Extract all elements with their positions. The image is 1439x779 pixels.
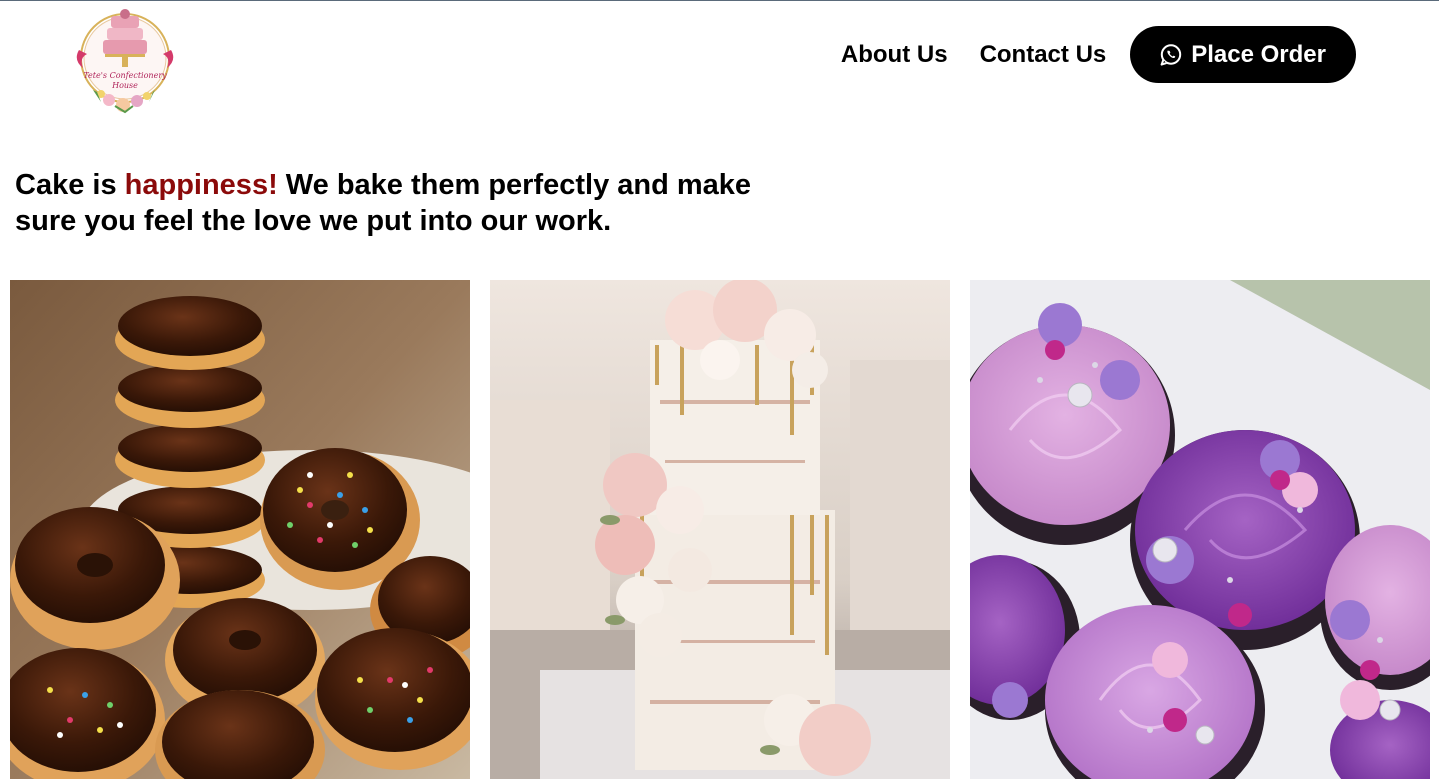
donuts-photo xyxy=(10,280,470,779)
brand-logo[interactable]: Tete's Confectionery House xyxy=(75,6,175,114)
place-order-label: Place Order xyxy=(1191,40,1326,68)
main-nav: About Us Contact Us Place Order xyxy=(841,26,1356,83)
product-gallery xyxy=(10,280,1430,779)
site-header: Tete's Confectionery House About Us Cont… xyxy=(0,0,1439,120)
tagline-before: Cake is xyxy=(15,169,125,201)
hero-tagline: Cake is happiness! We bake them perfectl… xyxy=(15,167,815,239)
tagline-accent: happiness! xyxy=(124,169,278,201)
gallery-image-cake[interactable] xyxy=(490,280,950,779)
cake-photo xyxy=(490,280,950,779)
svg-text:Tete's Confectionery: Tete's Confectionery xyxy=(83,71,167,80)
gallery-image-cupcakes[interactable] xyxy=(970,280,1430,779)
gallery-image-donuts[interactable] xyxy=(10,280,470,779)
svg-text:House: House xyxy=(111,81,138,90)
cake-wreath-logo-icon: Tete's Confectionery House xyxy=(76,9,174,114)
nav-contact-us-link[interactable]: Contact Us xyxy=(980,41,1107,69)
whatsapp-icon xyxy=(1159,43,1183,67)
nav-about-us-link[interactable]: About Us xyxy=(841,41,948,69)
cupcakes-photo xyxy=(970,280,1430,779)
place-order-button[interactable]: Place Order xyxy=(1130,26,1356,83)
